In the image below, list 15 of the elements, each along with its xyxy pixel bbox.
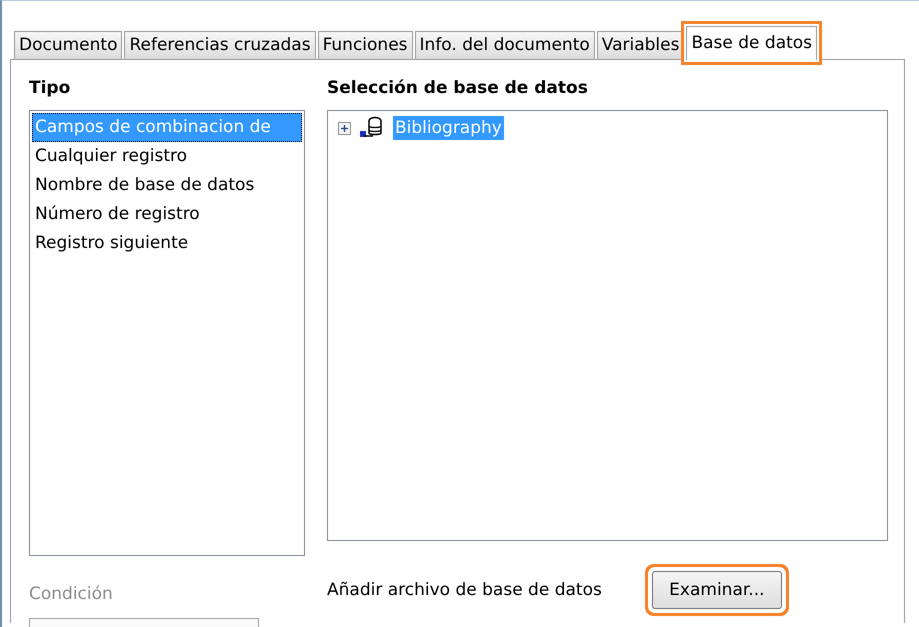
list-label: Tipo xyxy=(29,78,72,100)
type-list[interactable]: Campos de combinacion de Cualquier registro Nombre de base de datos Número de registro Registro siguiente xyxy=(29,110,305,556)
list-item[interactable]: Registro siguiente xyxy=(32,229,302,258)
tab[interactable]: Documento xyxy=(14,31,122,59)
database-icon xyxy=(359,116,385,140)
expand-icon[interactable] xyxy=(338,122,351,134)
list-item[interactable]: Cualquier registro xyxy=(32,142,302,171)
list-item[interactable]: Nombre de base de datos xyxy=(32,171,302,200)
tree-label: Selección de base de datos xyxy=(327,78,589,100)
tab[interactable]: Funciones xyxy=(318,31,413,59)
list-item[interactable]: Número de registro xyxy=(32,200,302,229)
add-file-label: Añadir archivo de base de datos xyxy=(327,580,602,600)
tab[interactable]: Info. del documento xyxy=(414,31,595,59)
condition-label: Condición xyxy=(29,584,114,606)
tab[interactable]: Referencias cruzadas xyxy=(124,31,316,59)
